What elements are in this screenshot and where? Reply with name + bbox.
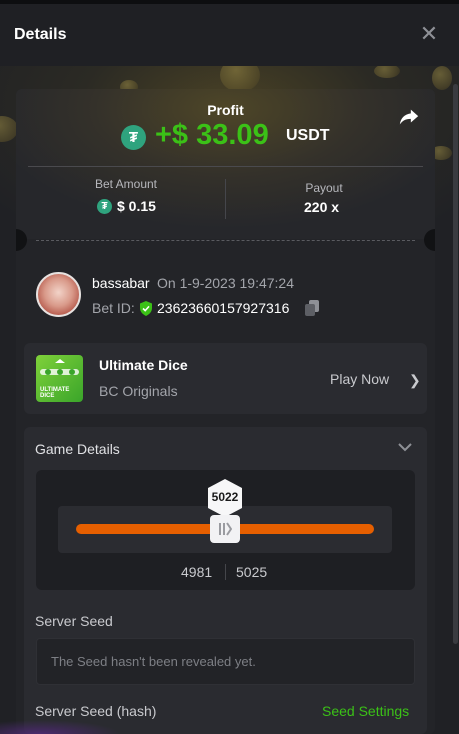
chevron-right-icon[interactable]: ❯ bbox=[409, 372, 421, 389]
thumbnail-label: ULTIMATE DICE bbox=[40, 387, 70, 399]
game-name: Ultimate Dice bbox=[99, 357, 188, 373]
top-strip bbox=[0, 0, 459, 4]
profit-currency: USDT bbox=[286, 127, 330, 144]
payout-value: 220 x bbox=[304, 199, 340, 215]
bet-date: On 1-9-2023 19:47:24 bbox=[157, 275, 294, 291]
bet-amount-value: $ 0.15 bbox=[117, 198, 156, 214]
payout-label: Payout bbox=[305, 181, 343, 195]
divider bbox=[225, 564, 226, 580]
range-high-value: 5025 bbox=[236, 564, 268, 580]
result-value: 5022 bbox=[211, 490, 239, 504]
slider-handle[interactable] bbox=[210, 515, 240, 543]
bottom-glow-decoration bbox=[0, 718, 120, 734]
play-now-button[interactable]: Play Now bbox=[330, 371, 389, 387]
game-provider: BC Originals bbox=[99, 383, 178, 399]
profit-value: +$ 33.09 bbox=[155, 119, 269, 151]
copy-icon[interactable] bbox=[305, 300, 319, 316]
game-details-panel: Game Details 5022 4981 5025 Server Seed bbox=[24, 427, 427, 734]
coin-decoration bbox=[432, 66, 452, 90]
server-seed-placeholder: The Seed hasn't been revealed yet. bbox=[51, 654, 256, 669]
dice-logo-icon bbox=[40, 359, 79, 375]
scrollbar[interactable] bbox=[453, 84, 458, 644]
tether-icon: ₮ bbox=[97, 199, 112, 214]
modal-header: Details ✕ bbox=[0, 0, 459, 66]
profit-label: Profit bbox=[207, 102, 244, 118]
bet-amount-label: Bet Amount bbox=[94, 177, 158, 191]
coin-decoration bbox=[374, 66, 400, 78]
bet-id-value: 23623660157927316 bbox=[157, 300, 290, 316]
close-icon[interactable]: ✕ bbox=[418, 23, 440, 46]
server-seed-field[interactable]: The Seed hasn't been revealed yet. bbox=[36, 638, 415, 685]
grip-icon bbox=[219, 522, 232, 536]
server-seed-label: Server Seed bbox=[35, 613, 113, 629]
dice-result-box: 5022 4981 5025 bbox=[36, 470, 415, 590]
server-seed-hash-label: Server Seed (hash) bbox=[35, 703, 157, 719]
avatar[interactable] bbox=[36, 272, 81, 317]
username[interactable]: bassabar bbox=[92, 275, 150, 291]
game-thumbnail[interactable]: ULTIMATE DICE bbox=[36, 355, 83, 402]
divider bbox=[28, 166, 423, 167]
tether-icon: ₮ bbox=[121, 125, 146, 150]
bet-id-label: Bet ID: bbox=[92, 300, 135, 316]
shield-check-icon bbox=[140, 301, 152, 316]
dashed-divider bbox=[36, 240, 415, 241]
ticket-notch bbox=[424, 229, 435, 251]
game-card[interactable]: ULTIMATE DICE Ultimate Dice BC Originals… bbox=[24, 343, 427, 414]
game-details-title[interactable]: Game Details bbox=[35, 441, 120, 457]
seed-settings-link[interactable]: Seed Settings bbox=[322, 703, 409, 719]
share-icon[interactable] bbox=[398, 106, 420, 128]
modal-title: Details bbox=[14, 26, 67, 43]
chevron-down-icon[interactable] bbox=[397, 439, 413, 455]
bet-details-card: Profit ₮ +$ 33.09 USDT Bet Amount ₮ $ 0.… bbox=[16, 89, 435, 734]
range-low-value: 4981 bbox=[181, 564, 213, 580]
